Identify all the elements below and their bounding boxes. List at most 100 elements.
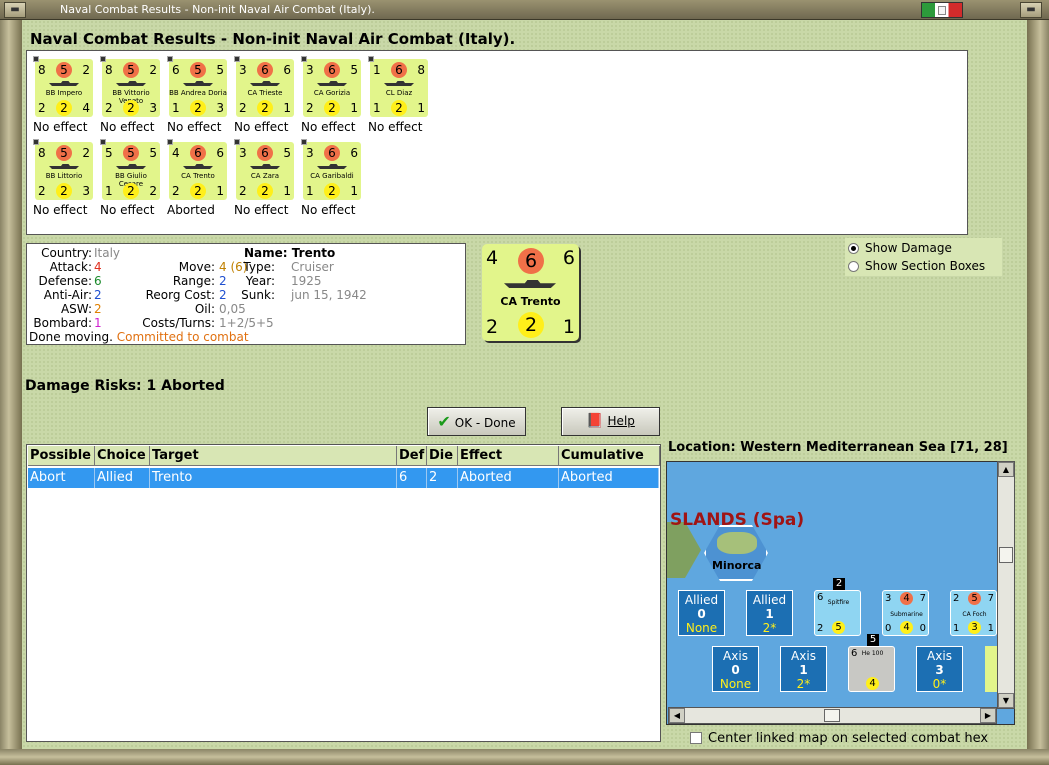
counter-move: 2: [149, 63, 157, 77]
allied-section-box[interactable]: Allied 1 2*: [746, 590, 793, 636]
selected-unit-counter[interactable]: 4 6 6 CA Trento 2 2 1: [482, 244, 579, 341]
ship-icon: [317, 81, 347, 86]
counter-face[interactable]: 8 5 2 BB Impero 2 2 4: [35, 59, 93, 117]
counter-face[interactable]: 1 6 8 CL Diaz 1 2 1: [370, 59, 428, 117]
unit-counter[interactable]: 852BB Vittorio Veneto223 No effect: [100, 56, 168, 134]
col-choice[interactable]: Choice: [95, 446, 150, 466]
unit-counter[interactable]: 3 6 6 CA Trieste 2 2 1 No effect: [234, 56, 302, 134]
vertical-scroll-thumb[interactable]: [999, 547, 1013, 563]
counter-face[interactable]: 8 5 2 BB Littorio 2 2 3: [35, 142, 93, 200]
unit-counter[interactable]: 8 5 2 BB Impero 2 2 4 No effect: [33, 56, 101, 134]
col-possible[interactable]: Possible: [28, 446, 95, 466]
linked-map[interactable]: SLANDS (Spa) Minorca Allied 0 None Allied 1…: [666, 461, 1015, 725]
col-target[interactable]: Target: [150, 446, 397, 466]
axis-section-box[interactable]: Axis 1 2*: [780, 646, 827, 692]
counter-antiair: 2: [38, 101, 46, 115]
range-label: Range:: [172, 274, 215, 288]
ship-icon: [250, 81, 280, 86]
map-horizontal-scrollbar[interactable]: ◀ ▶: [668, 707, 997, 724]
window-titlebar[interactable]: ▬ Naval Combat Results - Non-init Naval …: [0, 0, 1049, 20]
unit-counter[interactable]: 3 6 6 CA Garibaldi 1 2 1 No effect: [301, 139, 369, 217]
unit-counter[interactable]: 6 5 5 BB Andrea Doria 1 2 3 No effect: [167, 56, 235, 134]
counter-face[interactable]: 3 6 5 CA Gorizia 2 2 1: [303, 59, 361, 117]
unit-counter[interactable]: 8 5 2 BB Littorio 2 2 3 No effect: [33, 139, 101, 217]
counter-range: 2: [518, 312, 544, 338]
counter-asw: 1: [562, 316, 575, 338]
counter-face[interactable]: 852BB Vittorio Veneto223: [102, 59, 160, 117]
oil-label: Oil:: [194, 302, 215, 316]
bombard-value: 1: [94, 316, 102, 330]
page-title: Naval Combat Results - Non-init Naval Ai…: [30, 30, 516, 48]
scroll-down-icon[interactable]: ▼: [998, 693, 1014, 708]
unit-counter[interactable]: 4 6 6 CA Trento 2 2 1 Aborted: [167, 139, 235, 217]
unit-counter[interactable]: 3 6 5 CA Zara 2 2 1 No effect: [234, 139, 302, 217]
allied-unit-counter[interactable]: 2 5 7 CA Foch 1 3 1: [950, 590, 997, 636]
counter-move: 6: [350, 146, 358, 160]
counter-antiair: 2: [38, 184, 46, 198]
reorg-label: Reorg Cost:: [145, 288, 215, 302]
counter-move: 5: [216, 63, 224, 77]
counter-asw: 3: [216, 101, 224, 115]
counter-face[interactable]: 555BB Giulio Cesare122: [102, 142, 160, 200]
counter-range: 2: [257, 100, 273, 116]
cell-def: 6: [397, 468, 427, 488]
unit-counter[interactable]: 1 6 8 CL Diaz 1 2 1 No effect: [368, 56, 436, 134]
radio-on-icon[interactable]: [848, 243, 859, 254]
counter-attack: 4: [486, 247, 499, 269]
counter-range: 2: [190, 183, 206, 199]
minimize-button[interactable]: ▬: [1020, 2, 1042, 18]
allied-unit-counter[interactable]: 3 4 7 Submarine 0 4 0: [882, 590, 929, 636]
table-row[interactable]: Abort Allied Trento 6 2 Aborted Aborted: [28, 468, 659, 488]
axis-section-box[interactable]: Axis 3 0*: [916, 646, 963, 692]
col-die[interactable]: Die: [427, 446, 458, 466]
ship-icon: [384, 81, 414, 86]
show-section-boxes-option[interactable]: Show Section Boxes: [848, 259, 985, 273]
counter-range: 2: [56, 183, 72, 199]
counter-asw: 4: [82, 101, 90, 115]
col-effect[interactable]: Effect: [458, 446, 559, 466]
italy-flag-icon: [921, 2, 963, 18]
damage-risks: Damage Risks: 1 Aborted: [25, 378, 225, 394]
radio-off-icon[interactable]: [848, 261, 859, 272]
horizontal-scroll-thumb[interactable]: [824, 709, 840, 722]
help-button[interactable]: 📕 Help: [561, 407, 660, 436]
allied-unit-counter[interactable]: 6 Spitfire 2 5: [814, 590, 861, 636]
scroll-up-icon[interactable]: ▲: [998, 462, 1014, 477]
counter-antiair: 1: [306, 184, 314, 198]
axis-section-box[interactable]: Axis 0 None: [712, 646, 759, 692]
center-map-option[interactable]: Center linked map on selected combat hex: [690, 731, 988, 746]
counter-name: BB Andrea Doria: [169, 89, 227, 97]
map-vertical-scrollbar[interactable]: ▲ ▼: [997, 461, 1015, 709]
counter-name: CL Diaz: [385, 89, 413, 97]
allied-section-box[interactable]: Allied 0 None: [678, 590, 725, 636]
scroll-right-icon[interactable]: ▶: [980, 708, 996, 723]
unit-counter[interactable]: 3 6 5 CA Gorizia 2 2 1 No effect: [301, 56, 369, 134]
checkbox-icon[interactable]: [690, 732, 702, 744]
counter-defense: 5: [56, 145, 72, 161]
ship-icon: [116, 81, 146, 86]
unit-counter[interactable]: 555BB Giulio Cesare122 No effect: [100, 139, 168, 217]
stack-count: 2: [833, 578, 845, 590]
col-def[interactable]: Def: [397, 446, 427, 466]
costs-value: 1+2/5+5: [219, 316, 274, 330]
counter-face[interactable]: 3 6 6 CA Trieste 2 2 1: [236, 59, 294, 117]
counter-face[interactable]: 4 6 6 CA Trento 2 2 1: [169, 142, 227, 200]
unit-result: No effect: [234, 203, 289, 217]
counter-attack: 4: [172, 146, 180, 160]
ok-done-button[interactable]: ✔ OK - Done: [427, 407, 526, 436]
counter-face[interactable]: 6 5 5 BB Andrea Doria 1 2 3: [169, 59, 227, 117]
unit-result: Aborted: [167, 203, 215, 217]
type-label: Type:: [243, 260, 275, 274]
counter-face[interactable]: 3 6 6 CA Garibaldi 1 2 1: [303, 142, 361, 200]
scroll-left-icon[interactable]: ◀: [669, 708, 685, 723]
unit-marker-icon: [301, 139, 307, 145]
counter-antiair: 2: [105, 101, 113, 115]
unit-marker-icon: [33, 139, 39, 145]
counter-face[interactable]: 3 6 5 CA Zara 2 2 1: [236, 142, 294, 200]
show-damage-option[interactable]: Show Damage: [848, 241, 952, 255]
col-cumulative[interactable]: Cumulative: [559, 446, 660, 466]
counter-defense: 6: [257, 145, 273, 161]
axis-unit-counter[interactable]: 6 He 100 4: [848, 646, 895, 692]
year-value: 1925: [291, 274, 322, 288]
system-menu-button[interactable]: ▬: [4, 2, 26, 18]
